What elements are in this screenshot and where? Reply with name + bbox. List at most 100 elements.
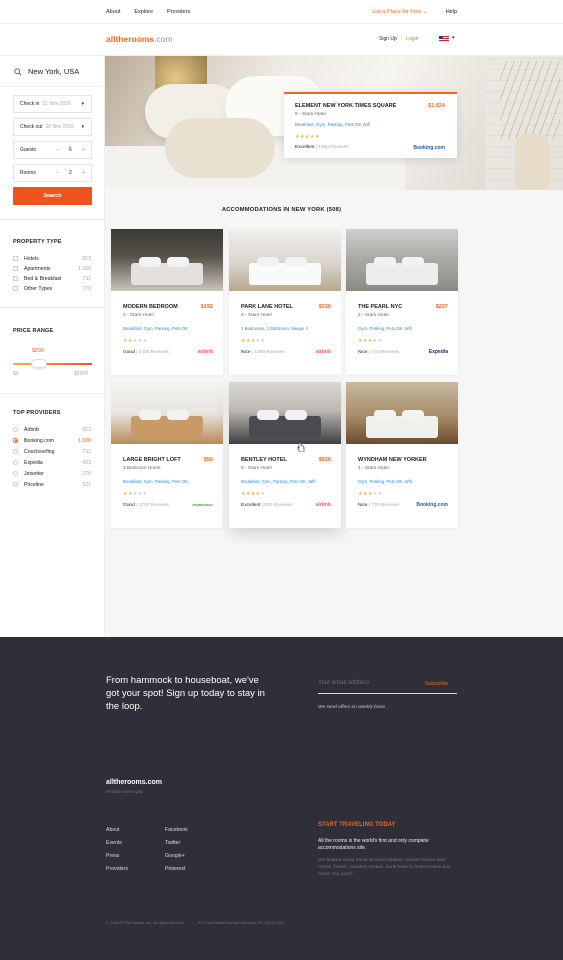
hotel-title: WYNDHAM NEW YORKER <box>358 457 427 463</box>
chevron-down-icon[interactable]: ▾ <box>452 35 455 41</box>
hotel-subtitle: 3 - Stars Hotel <box>123 313 154 318</box>
footer-logo[interactable]: alltherooms.com <box>106 779 162 786</box>
subscribe-button[interactable]: Subscribe <box>425 681 448 687</box>
checkout-field[interactable]: Check out 30 Nov 2016 ▾ <box>13 118 92 136</box>
pillow-shape <box>374 257 396 267</box>
hotel-price: $192 <box>200 304 213 310</box>
property-option-apartments[interactable]: Apartments 1,020 <box>13 265 91 274</box>
rating-label: Nice <box>358 503 368 508</box>
star-rating-icon: ★★★★★ <box>241 491 265 497</box>
hotel-card[interactable]: WYNDHAM NEW YORKER 4 - Stars Hotel Gym, … <box>346 382 458 528</box>
rooms-minus-button[interactable]: − <box>56 170 59 176</box>
footer-link-pinterest[interactable]: Pinterest <box>165 866 185 872</box>
rooms-plus-button[interactable]: + <box>82 170 85 176</box>
hotel-card[interactable]: PARK LANE HOTEL $330 5 - Stars Hotel 2 B… <box>229 229 341 375</box>
footer-link-press[interactable]: Press <box>106 853 119 859</box>
footer-link-twitter[interactable]: Twitter <box>165 840 180 846</box>
nav-help[interactable]: Help <box>446 9 457 15</box>
property-option-bnb[interactable]: Bed & Breakfast 732 <box>13 275 91 284</box>
hotel-reviews: Nice | 1300 Reviews <box>241 350 285 355</box>
property-option-other[interactable]: Other Types 270 <box>13 285 91 294</box>
provider-option-booking[interactable]: Booking.com 1,020 <box>13 437 91 446</box>
provider-option-priceline[interactable]: Priceline 521 <box>13 481 91 490</box>
provider-option-expedia[interactable]: Expedia 423 <box>13 459 91 468</box>
hotel-subtitle: 3 Bedroom Home <box>123 466 161 471</box>
review-count: | 720 Reviews <box>368 503 399 508</box>
email-input[interactable]: Your email address <box>318 680 369 686</box>
tripadvisor-logo[interactable]: tripadvisor <box>192 502 213 507</box>
us-flag-icon[interactable] <box>439 36 449 42</box>
radio[interactable] <box>13 427 18 432</box>
footer-tagline: Find the sweet spot. <box>106 789 144 794</box>
accommodations-title: ACCOMMODATIONS IN NEW YORK (508) <box>221 207 342 213</box>
location-search[interactable]: New York, USA <box>14 67 79 76</box>
nav-about[interactable]: About <box>106 9 120 15</box>
property-option-hotels[interactable]: Hotels 813 <box>13 255 91 264</box>
checkbox[interactable] <box>13 256 18 261</box>
hotel-card[interactable]: THE PEARL NYC $227 2 - Stars Hotel Gym, … <box>346 229 458 375</box>
list-place-link[interactable]: List a Place for Free ⌄ <box>372 9 427 15</box>
hotel-photo <box>229 229 341 291</box>
provider-option-couchsurfing[interactable]: Couchsurfing 732 <box>13 448 91 457</box>
checkbox[interactable] <box>13 286 18 291</box>
airbnb-logo[interactable]: airbnb <box>316 502 331 508</box>
option-count: 813 <box>82 256 91 262</box>
rooms-value: 2 <box>69 170 72 176</box>
booking-logo[interactable]: Booking.com <box>416 502 448 508</box>
guests-plus-button[interactable]: + <box>82 147 85 153</box>
rating-label: Good <box>123 503 135 508</box>
pillow-shape <box>167 257 189 267</box>
hotel-photo <box>346 229 458 291</box>
airbnb-logo[interactable]: airbnb <box>198 349 213 355</box>
hotel-price: $920 <box>318 457 331 463</box>
pillow-shape <box>402 257 424 267</box>
airbnb-logo[interactable]: airbnb <box>316 349 331 355</box>
hotel-reviews: Good | 2400 Reviews <box>123 350 169 355</box>
login-link[interactable]: Login <box>406 36 418 42</box>
footer-link-about[interactable]: About <box>106 827 120 833</box>
checkbox[interactable] <box>13 276 18 281</box>
newsletter-headline: From hammock to houseboat, we've got you… <box>106 675 265 712</box>
radio[interactable] <box>13 482 18 487</box>
review-count: | 1300 Reviews <box>251 350 285 355</box>
checkin-field[interactable]: Check in 21 Nov 2016 ▾ <box>13 95 92 113</box>
guests-minus-button[interactable]: − <box>56 147 59 153</box>
provider-option-jetsetter[interactable]: Jetsetter 270 <box>13 470 91 479</box>
site-logo[interactable]: alltherooms.com <box>106 34 173 44</box>
option-label: Expedia <box>24 460 43 466</box>
footer-link-googleplus[interactable]: Google+ <box>165 853 185 859</box>
hotel-card[interactable]: MODERN BEDROOM $192 3 - Stars Hotel Brea… <box>111 229 223 375</box>
stars-on: ★★ <box>123 491 133 497</box>
hotel-price: $227 <box>435 304 448 310</box>
review-count: | 500 Reviews <box>261 503 292 508</box>
radio[interactable] <box>13 460 18 465</box>
featured-hotel-card[interactable]: ELEMENT NEW YORK TIMES SQUARE $1,024 5 -… <box>284 92 457 158</box>
pillow-shape <box>285 257 307 267</box>
pillow-shape <box>257 257 279 267</box>
divider <box>0 307 105 308</box>
radio-selected[interactable] <box>13 438 18 443</box>
checkbox[interactable] <box>13 266 18 271</box>
booking-logo[interactable]: Booking.com <box>413 145 445 151</box>
radio[interactable] <box>13 449 18 454</box>
filter-sidebar: New York, USA Check in 21 Nov 2016 ▾ Chec… <box>0 56 105 637</box>
hotel-card-hovered[interactable]: BENTLEY HOTEL $920 5 - Stars Hotel Break… <box>229 382 341 528</box>
footer-link-events[interactable]: Events <box>106 840 122 846</box>
hotel-reviews: Nice | 720 Reviews <box>358 350 399 355</box>
expedia-logo[interactable]: Expedia <box>429 349 448 355</box>
top-nav: About Explore Providers List a Place for… <box>0 0 563 24</box>
price-slider-handle[interactable] <box>31 359 47 368</box>
footer-link-providers[interactable]: Providers <box>106 866 128 872</box>
footer-description: All the rooms is the world's first and o… <box>318 838 429 851</box>
price-track-fill <box>13 363 92 365</box>
footer-link-facebook[interactable]: Facebook <box>165 827 188 833</box>
option-count: 1,020 <box>78 438 91 444</box>
radio[interactable] <box>13 471 18 476</box>
nav-explore[interactable]: Explore <box>134 9 153 15</box>
nav-providers[interactable]: Providers <box>167 9 190 15</box>
search-button[interactable]: Search <box>13 187 92 205</box>
provider-option-airbnb[interactable]: Airbnb 813 <box>13 426 91 435</box>
hotel-card[interactable]: LARGE BRIGHT LOFT $56 3 Bedroom Home Bre… <box>111 382 223 528</box>
signup-link[interactable]: Sign Up <box>379 36 397 42</box>
rating-label: Good <box>123 350 135 355</box>
